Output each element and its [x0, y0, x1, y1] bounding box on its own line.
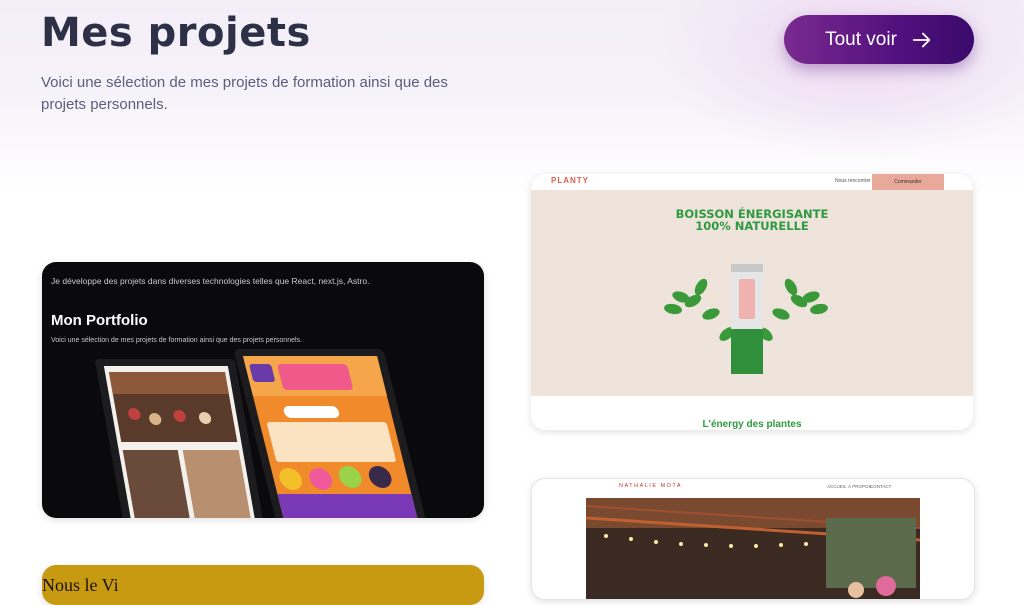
project-card-planty[interactable]: PLANTY Nous rencontrer Commander BOISSON…	[531, 174, 973, 430]
planty-order-button: Commander	[872, 174, 944, 190]
nathalie-hero-photo	[586, 498, 920, 599]
project-card-yellow[interactable]: Nous le Vi	[42, 565, 484, 605]
project-card-portfolio[interactable]: Je développe des projets dans diverses t…	[42, 262, 484, 518]
portfolio-top-text: Je développe des projets dans diverses t…	[51, 276, 370, 286]
yellow-card-text: Nous le Vi	[42, 575, 119, 595]
nathalie-nav-contact: CONTACT	[870, 484, 892, 489]
nathalie-nav-home: ACCUEIL	[827, 484, 847, 489]
see-all-label: Tout voir	[825, 28, 897, 50]
page-subtitle: Voici une sélection de mes projets de fo…	[41, 74, 448, 113]
planty-logo: PLANTY	[551, 176, 589, 185]
portfolio-mockup-image	[95, 349, 427, 518]
planty-nav-link: Nous rencontrer	[835, 178, 871, 184]
nathalie-nav-about: À PROPOS	[848, 484, 872, 489]
project-card-nathalie[interactable]: NATHALIE MOTA ACCUEIL À PROPOS CONTACT	[531, 478, 975, 600]
portfolio-description: Voici une sélection de mes projets de fo…	[51, 337, 302, 344]
planty-navbar: PLANTY Nous rencontrer Commander	[531, 174, 973, 190]
planty-can-image	[664, 264, 828, 374]
nathalie-logo: NATHALIE MOTA	[619, 483, 682, 489]
planty-headline-line2: 100% NATURELLE	[695, 219, 809, 233]
planty-tagline: L'énergy des plantes	[702, 419, 802, 430]
arrow-right-icon	[912, 32, 931, 47]
portfolio-title: Mon Portfolio	[51, 312, 148, 329]
planty-headline: BOISSON ÉNERGISANTE 100% NATURELLE	[531, 208, 973, 232]
page-title: Mes projets	[41, 10, 311, 56]
see-all-button[interactable]: Tout voir	[784, 15, 974, 64]
